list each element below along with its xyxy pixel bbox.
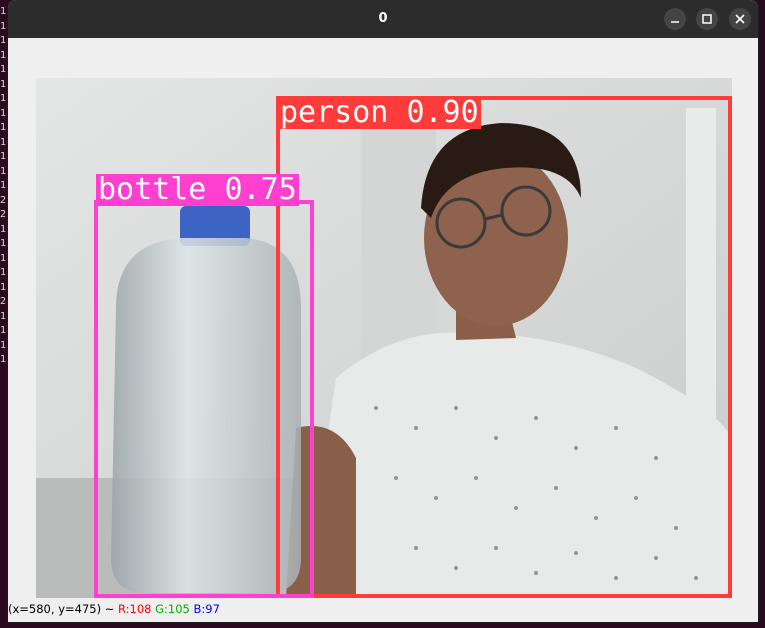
pixel-green-value: G:105 — [155, 602, 190, 616]
opencv-window[interactable]: 0 person 0.90 bottle 0.75 (x=580, y=475)… — [8, 0, 758, 622]
terminal-line: 1 — [0, 136, 7, 148]
person-detection-box — [276, 96, 732, 598]
terminal-line: 1 — [0, 78, 7, 90]
terminal-line: 1 — [0, 325, 7, 336]
terminal-line: 1 — [0, 180, 7, 191]
maximize-button[interactable] — [696, 8, 718, 30]
title-bar[interactable]: 0 — [8, 0, 758, 38]
camera-frame[interactable]: person 0.90 bottle 0.75 — [36, 78, 732, 598]
person-detection-label: person 0.90 — [278, 97, 481, 129]
bottle-detection-label: bottle 0.75 — [96, 174, 299, 206]
terminal-line: 1 — [0, 151, 7, 162]
terminal-line: 1 — [0, 35, 7, 46]
terminal-line: 2 — [0, 194, 7, 206]
detection-score: 0.75 — [224, 172, 297, 207]
terminal-line: 1 — [0, 354, 7, 365]
detection-class: bottle — [98, 172, 207, 207]
terminal-line: 1 — [0, 49, 7, 61]
cursor-coordinates: (x=580, y=475) ~ — [8, 602, 115, 616]
terminal-line: 1 — [0, 122, 7, 133]
terminal-line: 1 — [0, 238, 7, 249]
terminal-line: 2 — [0, 296, 7, 307]
terminal-line: 1 — [0, 93, 7, 104]
terminal-line: 1 — [0, 252, 7, 264]
bottle-detection-box — [94, 200, 314, 598]
terminal-line: 1 — [0, 20, 7, 32]
pixel-red-value: R:108 — [118, 602, 152, 616]
pixel-blue-value: B:97 — [193, 602, 220, 616]
detection-score: 0.90 — [406, 95, 479, 130]
minimize-icon — [671, 21, 679, 23]
detection-class: person — [280, 95, 389, 130]
window-title: 0 — [378, 11, 388, 26]
terminal-line: 1 — [0, 64, 7, 75]
terminal-line: 2 — [0, 209, 7, 220]
minimize-button[interactable] — [664, 8, 686, 30]
close-icon — [735, 14, 745, 24]
terminal-line: 1 — [0, 281, 7, 293]
terminal-line: 1 — [0, 223, 7, 235]
close-button[interactable] — [729, 8, 751, 30]
terminal-line: 1 — [0, 310, 7, 322]
maximize-icon — [702, 14, 712, 24]
terminal-line: 1 — [0, 165, 7, 177]
terminal-line: 1 — [0, 6, 7, 17]
terminal-line: 1 — [0, 107, 7, 119]
terminal-line: 1 — [0, 339, 7, 351]
terminal-line: 1 — [0, 267, 7, 278]
status-bar: (x=580, y=475) ~ R:108 G:105 B:97 — [8, 600, 758, 618]
